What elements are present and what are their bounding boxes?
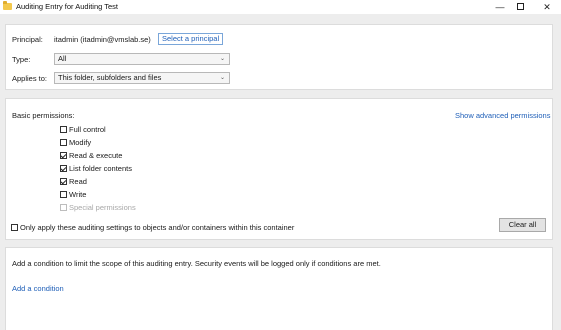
checkbox[interactable]: [11, 223, 18, 231]
principal-value: itadmin (itadmin@vmslab.se): [54, 35, 151, 44]
permissions-panel: Basic permissions: Show advanced permiss…: [5, 98, 553, 240]
select-principal-link[interactable]: Select a principal: [158, 33, 224, 45]
chevron-down-icon: ⌄: [219, 56, 225, 62]
perm-write[interactable]: Write: [60, 190, 86, 200]
checkbox[interactable]: [60, 138, 67, 146]
window-title: Auditing Entry for Auditing Test: [16, 2, 119, 11]
maximize-button[interactable]: [506, 0, 534, 14]
applies-to-label: Applies to:: [12, 74, 48, 83]
perm-label: Write: [69, 190, 87, 199]
perm-label: Full control: [69, 125, 106, 134]
title-bar: Auditing Entry for Auditing Test — ✕: [0, 0, 561, 14]
perm-read[interactable]: Read: [60, 177, 87, 187]
perm-label: Read & execute: [69, 151, 123, 160]
perm-full-control[interactable]: Full control: [60, 125, 106, 135]
perm-label: Modify: [69, 138, 92, 147]
perm-label: List folder contents: [69, 164, 132, 173]
principal-panel: Principal: itadmin (itadmin@vmslab.se) S…: [5, 24, 553, 90]
applies-to-value: This folder, subfolders and files: [58, 73, 162, 82]
checkbox[interactable]: [60, 177, 67, 185]
type-value: All: [58, 54, 67, 63]
only-apply-label: Only apply these auditing settings to ob…: [20, 223, 295, 232]
checkbox[interactable]: [60, 164, 67, 172]
applies-to-select[interactable]: This folder, subfolders and files ⌄: [54, 72, 230, 84]
maximize-icon: [516, 3, 524, 11]
clear-all-button[interactable]: Clear all: [499, 218, 546, 232]
perm-list-folder-contents[interactable]: List folder contents: [60, 164, 132, 174]
close-button[interactable]: ✕: [533, 0, 561, 14]
add-condition-link[interactable]: Add a condition: [12, 284, 64, 293]
checkbox[interactable]: [60, 151, 67, 159]
show-advanced-permissions-link[interactable]: Show advanced permissions: [455, 111, 550, 120]
only-apply-option[interactable]: Only apply these auditing settings to ob…: [11, 223, 294, 233]
checkbox[interactable]: [60, 125, 67, 133]
perm-label: Read: [69, 177, 87, 186]
perm-label: Special permissions: [69, 203, 136, 212]
principal-label: Principal:: [12, 35, 43, 44]
folder-icon: [3, 1, 12, 10]
condition-panel: Add a condition to limit the scope of th…: [5, 247, 553, 330]
perm-read-execute[interactable]: Read & execute: [60, 151, 122, 161]
basic-permissions-label: Basic permissions:: [12, 111, 75, 120]
condition-description: Add a condition to limit the scope of th…: [12, 259, 381, 268]
checkbox[interactable]: [60, 190, 67, 198]
checkbox: [60, 203, 67, 211]
perm-special-permissions: Special permissions: [60, 203, 136, 213]
type-select[interactable]: All ⌄: [54, 53, 230, 65]
perm-modify[interactable]: Modify: [60, 138, 91, 148]
chevron-down-icon: ⌄: [219, 75, 225, 81]
type-label: Type:: [12, 55, 31, 64]
